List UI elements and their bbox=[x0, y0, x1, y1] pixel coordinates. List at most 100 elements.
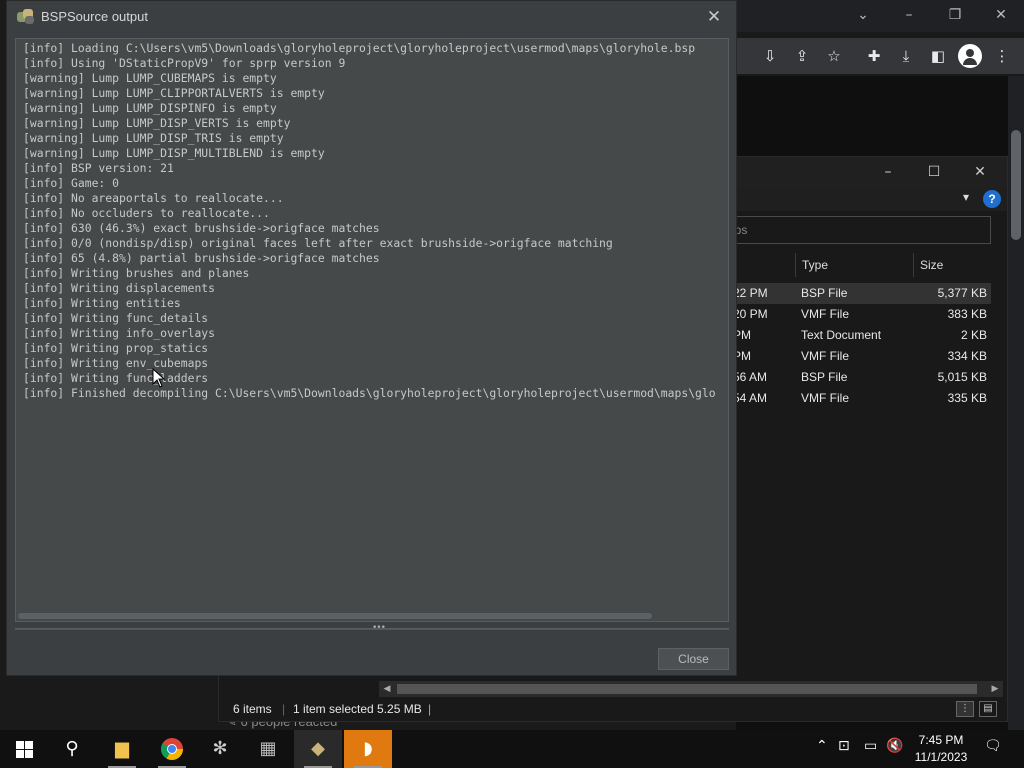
log-line: [info] Using 'DStaticPropV9' for sprp ve… bbox=[23, 56, 346, 70]
search-input[interactable]: aps bbox=[719, 216, 991, 244]
file-type: VMF File bbox=[801, 391, 849, 405]
log-line: [warning] Lump LUMP_DISP_VERTS is empty bbox=[23, 116, 291, 130]
hammer-icon[interactable]: ◗ bbox=[344, 730, 392, 768]
status-separator: | bbox=[282, 702, 286, 716]
log-line: [warning] Lump LUMP_DISP_MULTIBLEND is e… bbox=[23, 146, 325, 160]
explorer-status-bar: 6 items | 1 item selected 5.25 MB | ⋮ ▤ bbox=[219, 697, 1007, 721]
chevron-down-icon[interactable]: ⌄ bbox=[840, 4, 886, 26]
log-line: [info] Writing displacements bbox=[23, 281, 216, 295]
chevron-down-icon[interactable]: ▾ bbox=[963, 190, 969, 204]
explorer-horizontal-scrollbar[interactable]: ◀ ▶ bbox=[379, 681, 1003, 697]
chevron-up-icon[interactable]: ⌃ bbox=[816, 738, 828, 754]
column-type[interactable]: Type bbox=[795, 253, 913, 277]
minimize-icon[interactable]: – bbox=[886, 4, 932, 26]
maximize-icon[interactable]: ☐ bbox=[911, 161, 957, 183]
network-sync-icon[interactable]: ⊡ bbox=[838, 738, 850, 754]
close-icon[interactable]: ✕ bbox=[957, 161, 1003, 183]
dialog-titlebar: BSPSource output ✕ bbox=[7, 1, 736, 33]
scroll-left-icon[interactable]: ◀ bbox=[379, 681, 395, 697]
log-line: [warning] Lump LUMP_CLIPPORTALVERTS is e… bbox=[23, 86, 325, 100]
log-line: [info] 0/0 (nondisp/disp) original faces… bbox=[23, 236, 613, 250]
more-menu-icon[interactable]: ⋮ bbox=[992, 46, 1012, 66]
scrollbar-thumb[interactable] bbox=[18, 613, 652, 619]
log-line: [info] No occluders to reallocate... bbox=[23, 206, 270, 220]
log-line: [info] 630 (46.3%) exact brushside->orig… bbox=[23, 221, 380, 235]
log-line: [info] Writing entities bbox=[23, 296, 181, 310]
clock[interactable]: 7:45 PM 11/1/2023 bbox=[910, 732, 972, 766]
log-line: [info] BSP version: 21 bbox=[23, 161, 174, 175]
log-line: [warning] Lump LUMP_CUBEMAPS is empty bbox=[23, 71, 277, 85]
modified-time: 54 AM bbox=[733, 391, 768, 405]
close-button[interactable]: Close bbox=[658, 648, 729, 670]
file-type: VMF File bbox=[801, 307, 849, 321]
log-line: [info] Writing func_details bbox=[23, 311, 209, 325]
chrome-scrollbar[interactable] bbox=[1008, 76, 1024, 730]
log-line: [info] Finished decompiling C:\Users\vm5… bbox=[23, 386, 716, 400]
file-size: 335 KB bbox=[947, 391, 987, 405]
scrollbar-thumb[interactable] bbox=[397, 684, 977, 694]
install-icon[interactable]: ⇩ bbox=[760, 46, 780, 66]
log-line: [info] Game: 0 bbox=[23, 176, 120, 190]
mouse-cursor-icon bbox=[152, 368, 166, 388]
file-size: 383 KB bbox=[947, 307, 987, 321]
output-console[interactable]: [info] Loading C:\Users\vm5\Downloads\gl… bbox=[15, 38, 729, 622]
column-size[interactable]: Size bbox=[913, 253, 995, 277]
log-line: [warning] Lump LUMP_DISPINFO is empty bbox=[23, 101, 277, 115]
log-line: [info] 65 (4.8%) partial brushside->orig… bbox=[23, 251, 380, 265]
console-horizontal-scrollbar[interactable] bbox=[16, 611, 728, 621]
item-count: 6 items bbox=[233, 702, 272, 716]
close-icon[interactable]: ✕ bbox=[978, 4, 1024, 26]
file-explorer-icon[interactable]: ▆ bbox=[98, 730, 146, 768]
chrome-titlebar: ⌄ – ❐ ✕ bbox=[736, 0, 1024, 32]
log-line: [info] Writing brushes and planes bbox=[23, 266, 250, 280]
scroll-right-icon[interactable]: ▶ bbox=[987, 681, 1003, 697]
resize-splitter[interactable]: ••• bbox=[15, 622, 729, 633]
grip-icon[interactable]: ••• bbox=[372, 623, 386, 633]
status-separator: | bbox=[428, 702, 432, 716]
log-line: [info] Writing prop_statics bbox=[23, 341, 209, 355]
modified-time: 56 AM bbox=[733, 370, 768, 384]
app-icon[interactable]: ▦ bbox=[244, 730, 292, 768]
restore-icon[interactable]: ❐ bbox=[932, 4, 978, 26]
bspsource-output-dialog: BSPSource output ✕ [info] Loading C:\Use… bbox=[6, 0, 737, 676]
minimize-icon[interactable]: – bbox=[865, 161, 911, 183]
bspsource-icon bbox=[17, 9, 35, 25]
sidepanel-icon[interactable]: ◧ bbox=[928, 46, 948, 66]
close-icon[interactable]: ✕ bbox=[699, 5, 729, 29]
network-icon[interactable]: ▭ bbox=[864, 738, 877, 754]
file-type: BSP File bbox=[801, 286, 848, 300]
selection-info: 1 item selected 5.25 MB bbox=[293, 702, 422, 716]
dialog-title: BSPSource output bbox=[41, 9, 148, 24]
log-text: [info] Loading C:\Users\vm5\Downloads\gl… bbox=[23, 41, 716, 401]
details-view-icon[interactable]: ⋮ bbox=[956, 701, 974, 717]
log-line: [info] Loading C:\Users\vm5\Downloads\gl… bbox=[23, 41, 696, 55]
modified-time: 22 PM bbox=[733, 286, 768, 300]
profile-avatar-icon[interactable] bbox=[958, 44, 982, 68]
log-line: [warning] Lump LUMP_DISP_TRIS is empty bbox=[23, 131, 284, 145]
help-icon[interactable]: ? bbox=[983, 190, 1001, 208]
file-type: VMF File bbox=[801, 349, 849, 363]
file-size: 5,377 KB bbox=[937, 286, 987, 300]
log-line: [info] No areaportals to reallocate... bbox=[23, 191, 284, 205]
file-size: 334 KB bbox=[947, 349, 987, 363]
star-icon[interactable]: ☆ bbox=[824, 46, 844, 66]
file-type: Text Document bbox=[801, 328, 882, 342]
log-line: [info] Writing env_cubemaps bbox=[23, 356, 209, 370]
bspsource-icon[interactable]: ◆ bbox=[294, 730, 342, 768]
volume-muted-icon[interactable]: 🔇 bbox=[886, 738, 903, 754]
share-icon[interactable]: ⇪ bbox=[792, 46, 812, 66]
extensions-icon[interactable]: ✚ bbox=[864, 46, 884, 66]
clock-date: 11/1/2023 bbox=[914, 750, 968, 764]
download-icon[interactable]: ⤓ bbox=[896, 46, 916, 66]
file-size: 5,015 KB bbox=[937, 370, 987, 384]
chrome-icon[interactable] bbox=[148, 730, 196, 768]
search-icon[interactable]: ⚲ bbox=[48, 730, 96, 768]
notifications-icon[interactable]: 🗨 bbox=[984, 738, 1002, 754]
file-size: 2 KB bbox=[960, 328, 987, 342]
windows-logo-icon bbox=[16, 741, 33, 758]
file-type: BSP File bbox=[801, 370, 848, 384]
tiles-view-icon[interactable]: ▤ bbox=[979, 701, 997, 717]
clock-time: 7:45 PM bbox=[918, 733, 964, 747]
start-button[interactable] bbox=[0, 730, 48, 768]
app-icon[interactable]: ✻ bbox=[196, 730, 244, 768]
